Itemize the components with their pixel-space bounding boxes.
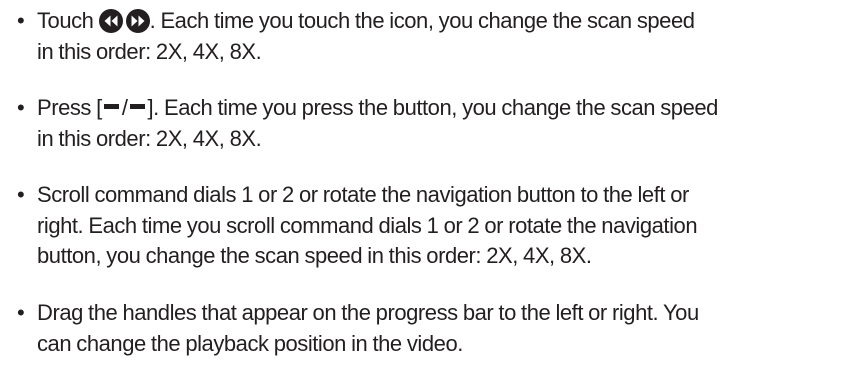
item-line: Scroll command dials 1 or 2 or rotate th… <box>37 182 689 207</box>
minus-glyph <box>130 104 146 109</box>
item-text: Press [ / ]. Each time you press the butto… <box>37 93 849 154</box>
item-line: in this order: 2X, 4X, 8X. <box>37 125 262 151</box>
item-text: Scroll command dials 1 or 2 or rotate th… <box>37 180 849 272</box>
item-line: Press [ / ]. Each time you press the butto… <box>37 93 849 124</box>
slash: / <box>121 95 128 120</box>
item-text: Touch . Each time you touch the icon, yo… <box>37 6 849 67</box>
minus-glyph <box>103 104 119 109</box>
item-line: button, you change the scan speed in thi… <box>37 243 592 268</box>
bullet: • <box>17 95 25 120</box>
text-touch: Touch <box>37 8 99 33</box>
item-line: Drag the handles that appear on the prog… <box>37 300 699 325</box>
text-press-rest: ]. Each time you press the button, you c… <box>147 95 718 120</box>
fast-forward-circle-icon <box>125 9 150 33</box>
item-line: right. Each time you scroll command dial… <box>37 212 698 238</box>
text-press: Press [ <box>37 95 102 120</box>
bullet: • <box>17 182 25 207</box>
bullet: • <box>17 300 25 325</box>
rewind-circle-icon <box>98 9 123 33</box>
item-line: can change the playback position in the … <box>37 330 463 356</box>
item-line: Touch . Each time you touch the icon, yo… <box>37 6 849 37</box>
bullet: • <box>17 8 25 33</box>
item-line: in this order: 2X, 4X, 8X. <box>37 38 262 64</box>
item-text: Drag the handles that appear on the prog… <box>37 298 849 359</box>
text-touch-rest: . Each time you touch the icon, you chan… <box>149 8 695 33</box>
